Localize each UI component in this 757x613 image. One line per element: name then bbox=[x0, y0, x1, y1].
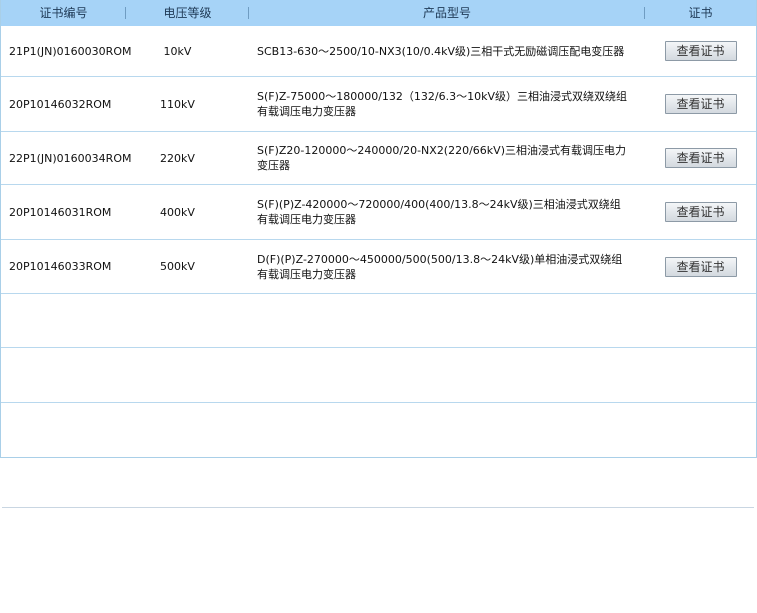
product-model: SCB13-630～2500/10-NX3(10/0.4kV级)三相干式无励磁调… bbox=[257, 44, 625, 58]
cert-cell: 查看证书 bbox=[645, 94, 756, 114]
certificate-table: 证书编号 电压等级 产品型号 证书 21P1(JN)0160030ROM 10k… bbox=[0, 0, 757, 458]
view-certificate-button[interactable]: 查看证书 bbox=[664, 94, 737, 114]
cert-number: 22P1(JN)0160034ROM bbox=[9, 151, 132, 165]
cert-number: 20P10146032ROM bbox=[9, 97, 112, 111]
empty-row bbox=[1, 347, 756, 402]
cert-cell: 查看证书 bbox=[645, 202, 756, 222]
cert-number: 20P10146033ROM bbox=[9, 260, 112, 273]
voltage-level: 220kV bbox=[160, 151, 195, 165]
header-voltage-level: 电压等级 bbox=[126, 0, 249, 26]
empty-row bbox=[1, 402, 756, 457]
view-certificate-button[interactable]: 查看证书 bbox=[664, 256, 737, 277]
product-model: S(F)Z20-120000～240000/20-NX2(220/66kV)三相… bbox=[257, 144, 626, 172]
voltage-level: 10kV bbox=[163, 44, 192, 58]
table-row: 20P10146031ROM 400kV S(F)(P)Z-420000～720… bbox=[1, 184, 756, 239]
product-model: D(F)(P)Z-270000～450000/500(500/13.8～24kV… bbox=[257, 252, 623, 281]
table-row: 20P10146032ROM 110kV S(F)Z-75000～180000/… bbox=[1, 76, 756, 131]
cert-number: 21P1(JN)0160030ROM bbox=[9, 44, 132, 58]
header-product-model: 产品型号 bbox=[249, 0, 645, 26]
cert-cell: 查看证书 bbox=[645, 256, 756, 277]
voltage-level: 400kV bbox=[160, 205, 195, 219]
header-cert-number: 证书编号 bbox=[1, 0, 126, 26]
product-model: S(F)Z-75000～180000/132（132/6.3～10kV级）三相油… bbox=[257, 90, 627, 118]
view-certificate-button[interactable]: 查看证书 bbox=[664, 148, 737, 168]
table-header: 证书编号 电压等级 产品型号 证书 bbox=[1, 0, 756, 26]
table-row: 21P1(JN)0160030ROM 10kV SCB13-630～2500/1… bbox=[1, 26, 756, 76]
voltage-level: 110kV bbox=[160, 97, 195, 111]
header-certificate: 证书 bbox=[688, 6, 713, 20]
cert-cell: 查看证书 bbox=[645, 148, 756, 168]
view-certificate-button[interactable]: 查看证书 bbox=[664, 41, 737, 61]
footer-divider bbox=[2, 507, 754, 508]
table-row: 20P10146033ROM 500kV D(F)(P)Z-270000～450… bbox=[1, 239, 756, 293]
voltage-level: 500kV bbox=[160, 260, 195, 273]
cert-number: 20P10146031ROM bbox=[9, 205, 112, 219]
product-model: S(F)(P)Z-420000～720000/400(400/13.8～24kV… bbox=[257, 198, 621, 226]
view-certificate-button[interactable]: 查看证书 bbox=[664, 202, 737, 222]
table-row: 22P1(JN)0160034ROM 220kV S(F)Z20-120000～… bbox=[1, 131, 756, 184]
cert-cell: 查看证书 bbox=[645, 41, 756, 61]
empty-row bbox=[1, 293, 756, 347]
